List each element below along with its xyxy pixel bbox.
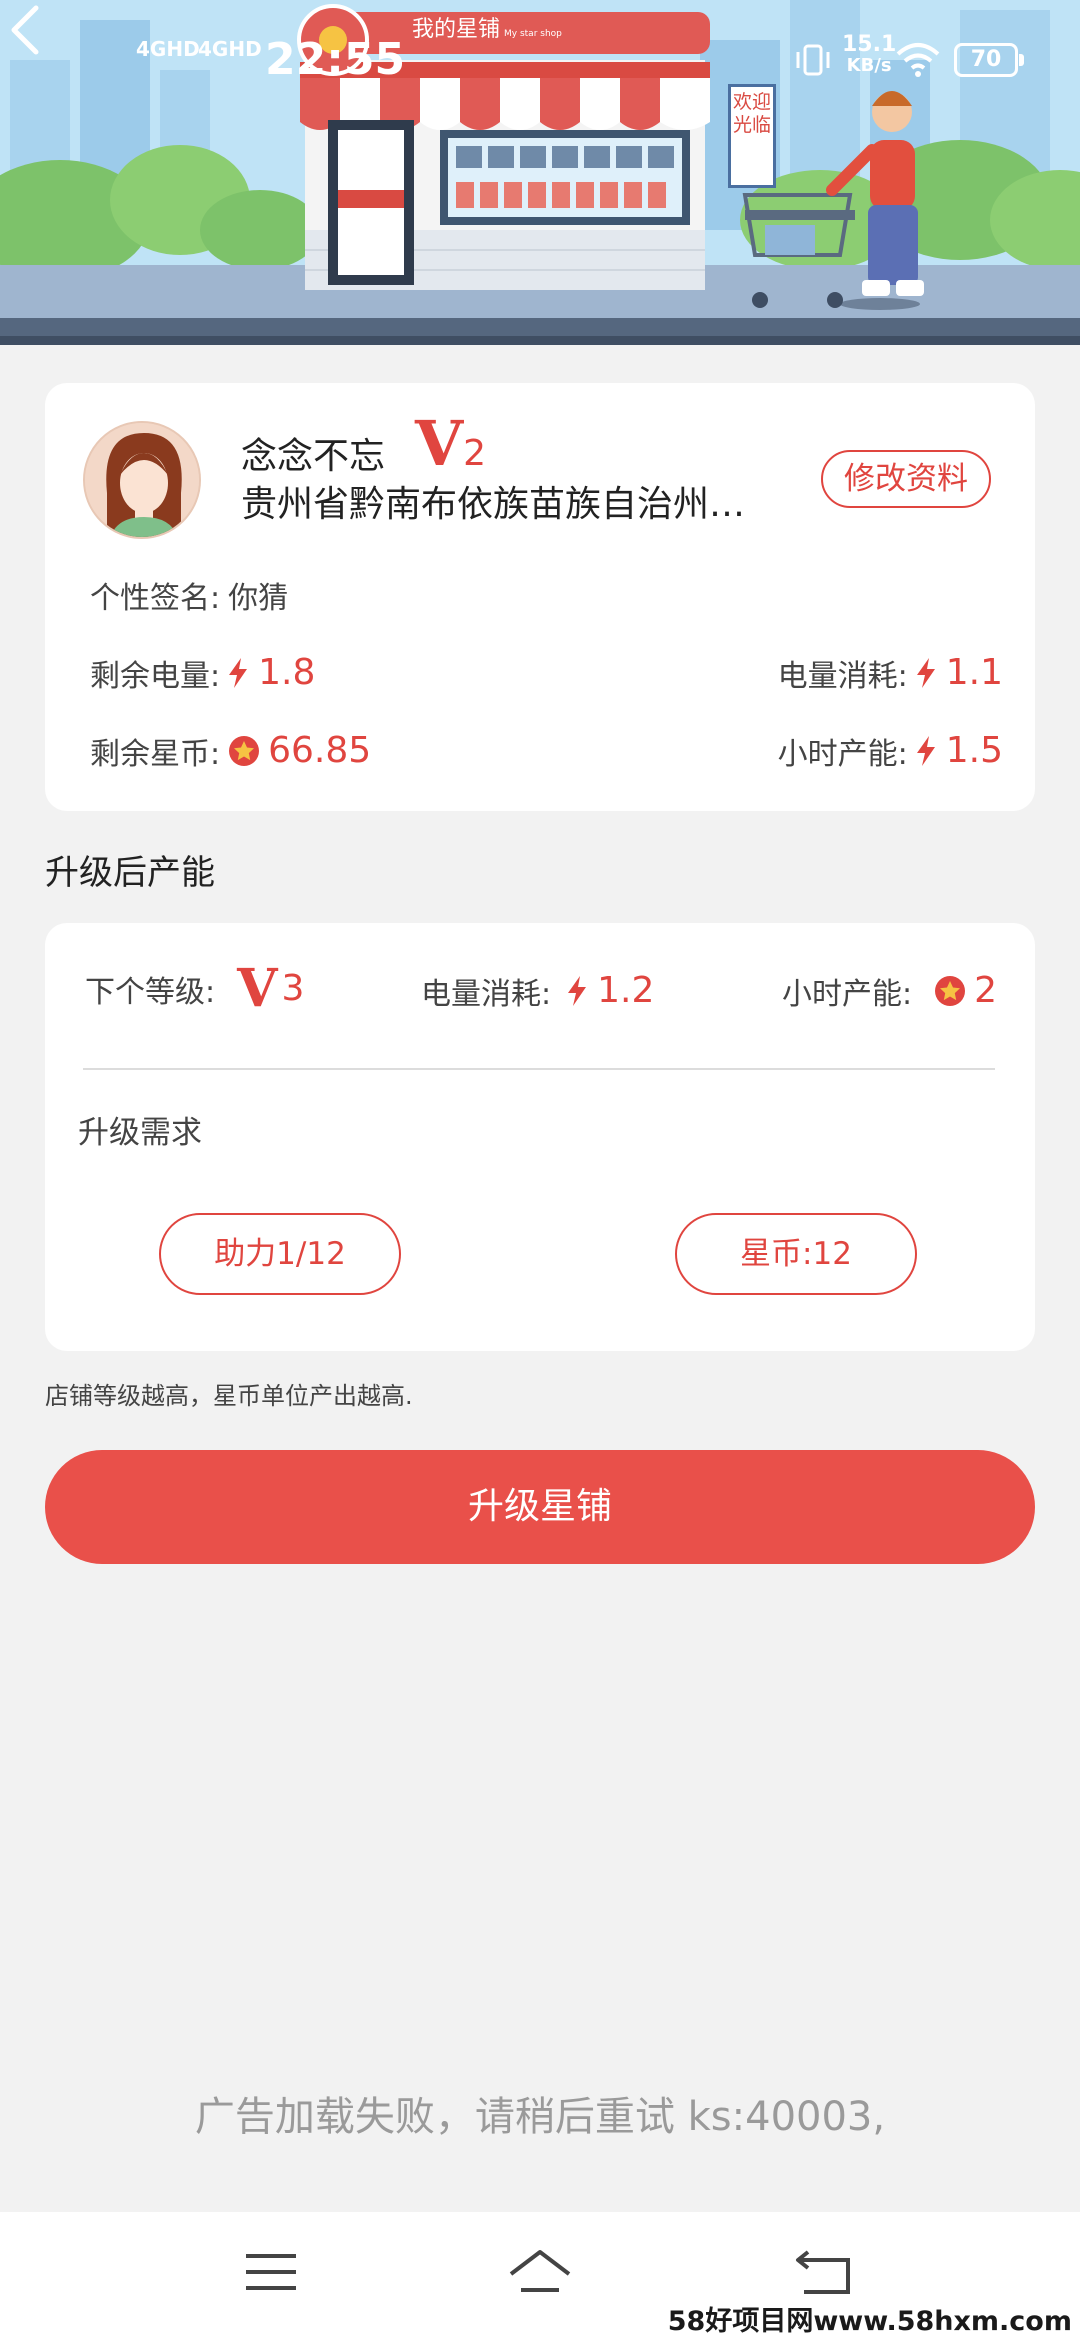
signal-indicator-1: 4GHD (136, 37, 200, 61)
remaining-coins-value: 66.85 (268, 730, 372, 771)
next-hourly-output-value: 2 (974, 970, 997, 1011)
back-arrow-icon[interactable] (0, 0, 50, 60)
network-speed-unit: KB/s (846, 55, 892, 76)
assist-requirement-button[interactable]: 助力1/12 (159, 1213, 401, 1295)
next-level-letter: V (237, 958, 278, 1019)
next-level: 下个等级: V 3 (85, 963, 304, 1015)
upgrade-card: 下个等级: V 3 电量消耗: 1.2 小时产能: 2 升级需求 助力1/12 … (45, 923, 1035, 1351)
next-power-consumption-label: 电量消耗: (421, 977, 552, 1012)
level-number: 2 (463, 433, 487, 474)
watermark: 58好项目网www.58hxm.com (667, 2306, 1072, 2337)
next-hourly-output-label: 小时产能: (781, 977, 913, 1012)
coin-requirement-button[interactable]: 星币:12 (675, 1213, 917, 1295)
shop-title: 我的星铺 (412, 17, 501, 42)
star-coin-icon (935, 976, 966, 1006)
signature-value: 你猜 (228, 581, 289, 616)
remaining-power-value: 1.8 (258, 652, 316, 693)
next-level-label: 下个等级: (85, 975, 216, 1010)
star-coin-icon (229, 736, 260, 766)
requirements-title: 升级需求 (78, 1115, 202, 1151)
remaining-coins: 剩余星币: 66.85 (90, 729, 371, 773)
avatar (83, 421, 201, 539)
welcome-sign: 欢迎光临 (728, 84, 776, 188)
nickname: 念念不忘 (241, 436, 386, 477)
divider (83, 1068, 995, 1070)
hourly-output: 小时产能: 1.5 (778, 729, 1003, 773)
lightning-icon (229, 658, 248, 688)
power-consumption-value: 1.1 (945, 652, 1003, 693)
lightning-icon (568, 976, 587, 1006)
power-consumption: 电量消耗: 1.1 (778, 651, 1003, 695)
shop-sign: 我的星铺 My star shop (412, 16, 562, 48)
vibrate-icon (796, 44, 830, 76)
upgrade-shop-button[interactable]: 升级星铺 (45, 1450, 1035, 1564)
signal-indicator-2: 4GHD (198, 37, 262, 61)
avatar-illustration (85, 423, 199, 537)
remaining-power-label: 剩余电量: (90, 659, 221, 694)
home-icon[interactable] (505, 2242, 575, 2302)
shop-subtitle: My star shop (504, 29, 562, 39)
network-speed: 15.1 KB/s (842, 34, 896, 76)
lightning-icon (916, 658, 935, 688)
upgrade-note: 店铺等级越高，星币单位产出越高. (45, 1382, 413, 1410)
menu-icon[interactable] (236, 2242, 306, 2302)
next-level-number: 3 (281, 968, 305, 1009)
remaining-power: 剩余电量: 1.8 (90, 651, 315, 695)
next-hourly-output: 小时产能: 2 (782, 969, 997, 1013)
edit-profile-button[interactable]: 修改资料 (821, 450, 991, 508)
lightning-icon (916, 736, 935, 766)
next-power-consumption: 电量消耗: 1.2 (421, 969, 654, 1013)
remaining-coins-label: 剩余星币: (90, 737, 221, 772)
profile-card: 念念不忘 V2 贵州省黔南布依族苗族自治州… 修改资料 个性签名: 你猜 剩余电… (45, 383, 1035, 811)
clock: 22:55 (265, 34, 406, 85)
network-speed-value: 15.1 (842, 32, 897, 57)
level-badge: V2 (415, 413, 486, 485)
back-icon[interactable] (790, 2242, 860, 2302)
ad-load-error: 广告加载失败，请稍后重试 ks:40003, (194, 2094, 886, 2140)
upgrade-section-title: 升级后产能 (45, 853, 215, 893)
signature-label: 个性签名: (90, 581, 221, 616)
next-power-consumption-value: 1.2 (597, 970, 655, 1011)
header-banner: 4GHD 4GHD 22:55 15.1 KB/s 70 我的星铺 My star… (0, 0, 1080, 345)
signature-row: 个性签名: 你猜 (90, 573, 288, 617)
hourly-output-label: 小时产能: (777, 737, 908, 772)
power-consumption-label: 电量消耗: (777, 659, 908, 694)
hourly-output-value: 1.5 (945, 730, 1003, 771)
wifi-icon (896, 43, 940, 77)
level-letter: V (415, 407, 464, 480)
battery-indicator: 70 (954, 43, 1024, 77)
location: 贵州省黔南布依族苗族自治州… (241, 484, 746, 525)
